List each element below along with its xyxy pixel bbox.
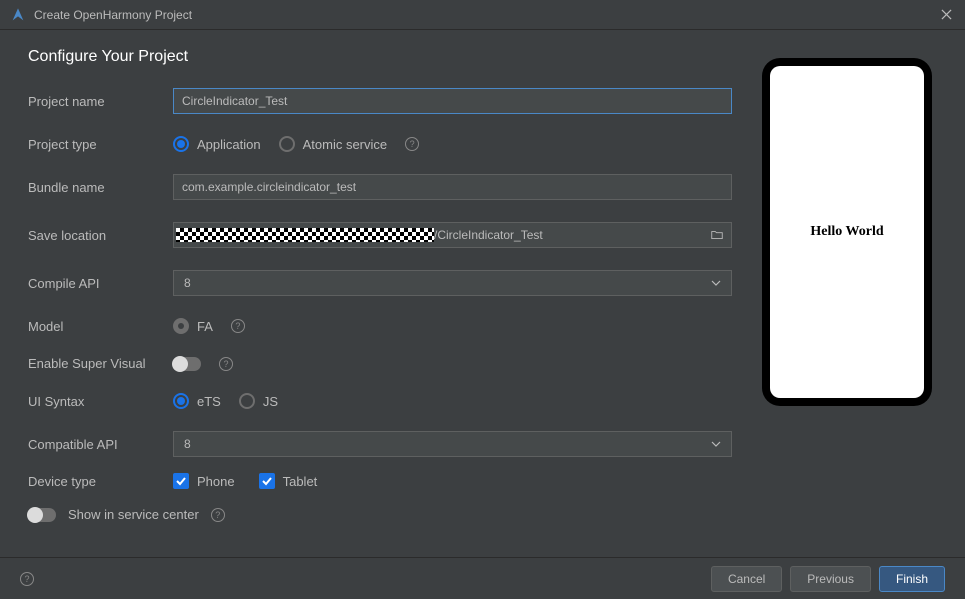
radio-label: Atomic service — [303, 137, 388, 152]
finish-button[interactable]: Finish — [879, 566, 945, 592]
radio-unselected-icon — [239, 393, 255, 409]
project-type-application-radio[interactable]: Application — [173, 136, 261, 152]
radio-selected-icon — [173, 393, 189, 409]
app-logo-icon — [10, 7, 26, 23]
previous-button[interactable]: Previous — [790, 566, 871, 592]
footer: ? Cancel Previous Finish — [0, 557, 965, 599]
label-compatible-api: Compatible API — [28, 437, 173, 452]
window-title: Create OpenHarmony Project — [34, 8, 937, 22]
radio-unselected-icon — [279, 136, 295, 152]
select-value: 8 — [184, 276, 191, 290]
ui-syntax-js-radio[interactable]: JS — [239, 393, 278, 409]
browse-folder-icon[interactable] — [709, 228, 725, 242]
select-value: 8 — [184, 437, 191, 451]
help-icon[interactable]: ? — [211, 508, 225, 522]
label-save-location: Save location — [28, 228, 173, 243]
label-bundle-name: Bundle name — [28, 180, 173, 195]
project-name-input[interactable] — [173, 88, 732, 114]
redacted-path-icon — [176, 228, 434, 242]
label-model: Model — [28, 319, 173, 334]
checkbox-label: Tablet — [283, 474, 318, 489]
titlebar: Create OpenHarmony Project — [0, 0, 965, 30]
help-icon[interactable]: ? — [219, 357, 233, 371]
device-preview-screen: Hello World — [770, 66, 924, 398]
radio-label: FA — [197, 319, 213, 334]
radio-label: Application — [197, 137, 261, 152]
ui-syntax-ets-radio[interactable]: eTS — [173, 393, 221, 409]
label-project-type: Project type — [28, 137, 173, 152]
device-phone-checkbox[interactable] — [173, 473, 189, 489]
project-type-atomic-service-radio[interactable]: Atomic service — [279, 136, 388, 152]
help-icon[interactable]: ? — [405, 137, 419, 151]
radio-label: JS — [263, 394, 278, 409]
compile-api-select[interactable]: 8 — [173, 270, 732, 296]
model-fa-radio: FA — [173, 318, 213, 334]
device-preview-frame: Hello World — [762, 58, 932, 406]
radio-selected-icon — [173, 136, 189, 152]
save-location-suffix: /CircleIndicator_Test — [434, 228, 709, 242]
label-device-type: Device type — [28, 474, 173, 489]
label-show-in-service-center: Show in service center — [68, 507, 199, 522]
cancel-button[interactable]: Cancel — [711, 566, 782, 592]
radio-label: eTS — [197, 394, 221, 409]
bundle-name-input[interactable] — [173, 174, 732, 200]
label-ui-syntax: UI Syntax — [28, 394, 173, 409]
help-icon[interactable]: ? — [20, 572, 34, 586]
close-icon[interactable] — [937, 6, 955, 24]
radio-disabled-icon — [173, 318, 189, 334]
save-location-input[interactable]: /CircleIndicator_Test — [173, 222, 732, 248]
checkbox-label: Phone — [197, 474, 235, 489]
enable-super-visual-toggle[interactable] — [173, 357, 201, 371]
page-title: Configure Your Project — [28, 48, 732, 66]
label-enable-super-visual: Enable Super Visual — [28, 356, 173, 371]
device-tablet-checkbox[interactable] — [259, 473, 275, 489]
help-icon[interactable]: ? — [231, 319, 245, 333]
chevron-down-icon — [711, 439, 721, 449]
label-compile-api: Compile API — [28, 276, 173, 291]
label-project-name: Project name — [28, 94, 173, 109]
compatible-api-select[interactable]: 8 — [173, 431, 732, 457]
preview-text: Hello World — [810, 224, 883, 240]
chevron-down-icon — [711, 278, 721, 288]
show-in-service-center-toggle[interactable] — [28, 508, 56, 522]
